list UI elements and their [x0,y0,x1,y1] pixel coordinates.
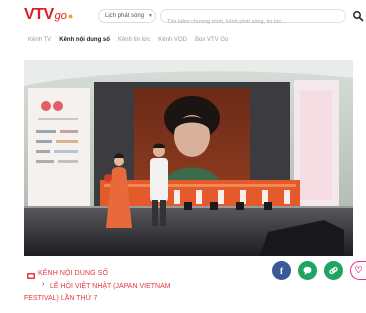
schedule-dropdown[interactable]: Lịch phát sóng ▼ [98,9,156,23]
facebook-share-button[interactable]: f [272,261,291,280]
program-title-line1: LỄ HỘI VIỆT NHẬT (JAPAN VIETNAM [50,283,171,290]
header: VTV go ● Lịch phát sóng ▼ [0,0,366,30]
channel-nav: Kênh TV Kênh nội dung số Kênh tin tức Kê… [0,33,366,47]
logo-dot-icon: ● [67,11,74,21]
link-icon [329,266,338,275]
video-frame [24,60,353,256]
chat-share-button[interactable] [298,261,317,280]
program-title-line2: FESTIVAL) LẦN THỨ 7 [24,295,98,302]
favorite-share-button[interactable]: ♡ [350,261,366,280]
link-share-button[interactable] [324,261,343,280]
nav-item-kenh-noi-dung-so[interactable]: Kênh nội dung số [59,37,110,43]
heart-icon: ♡ [354,265,363,275]
vtvgo-logo[interactable]: VTV go ● [24,6,73,24]
logo-text-go: go [54,10,67,22]
search-box [160,9,346,28]
channel-label[interactable]: KÊNH NỘI DUNG SỐ [38,270,108,277]
search-input[interactable] [161,16,339,28]
facebook-icon: f [280,265,283,276]
video-player[interactable] [24,60,353,256]
chevron-down-icon: ▼ [148,13,153,19]
program-title[interactable]: LỄ HỘI VIỆT NHẬT (JAPAN VIETNAM FESTIVAL… [24,281,198,305]
channel-tv-icon [27,273,35,279]
nav-item-kenh-tv[interactable]: Kênh TV [28,37,51,43]
schedule-label: Lịch phát sóng [105,13,145,19]
search-icon[interactable] [352,10,364,22]
nav-item-kenh-tin-tuc[interactable]: Kênh tin tức [118,37,150,43]
chat-icon [303,266,312,275]
nav-item-kenh-vod[interactable]: Kênh VOD [158,37,187,43]
logo-text-vtv: VTV [24,6,54,23]
nav-item-box-vtv-go[interactable]: Box VTV Go [195,37,228,43]
